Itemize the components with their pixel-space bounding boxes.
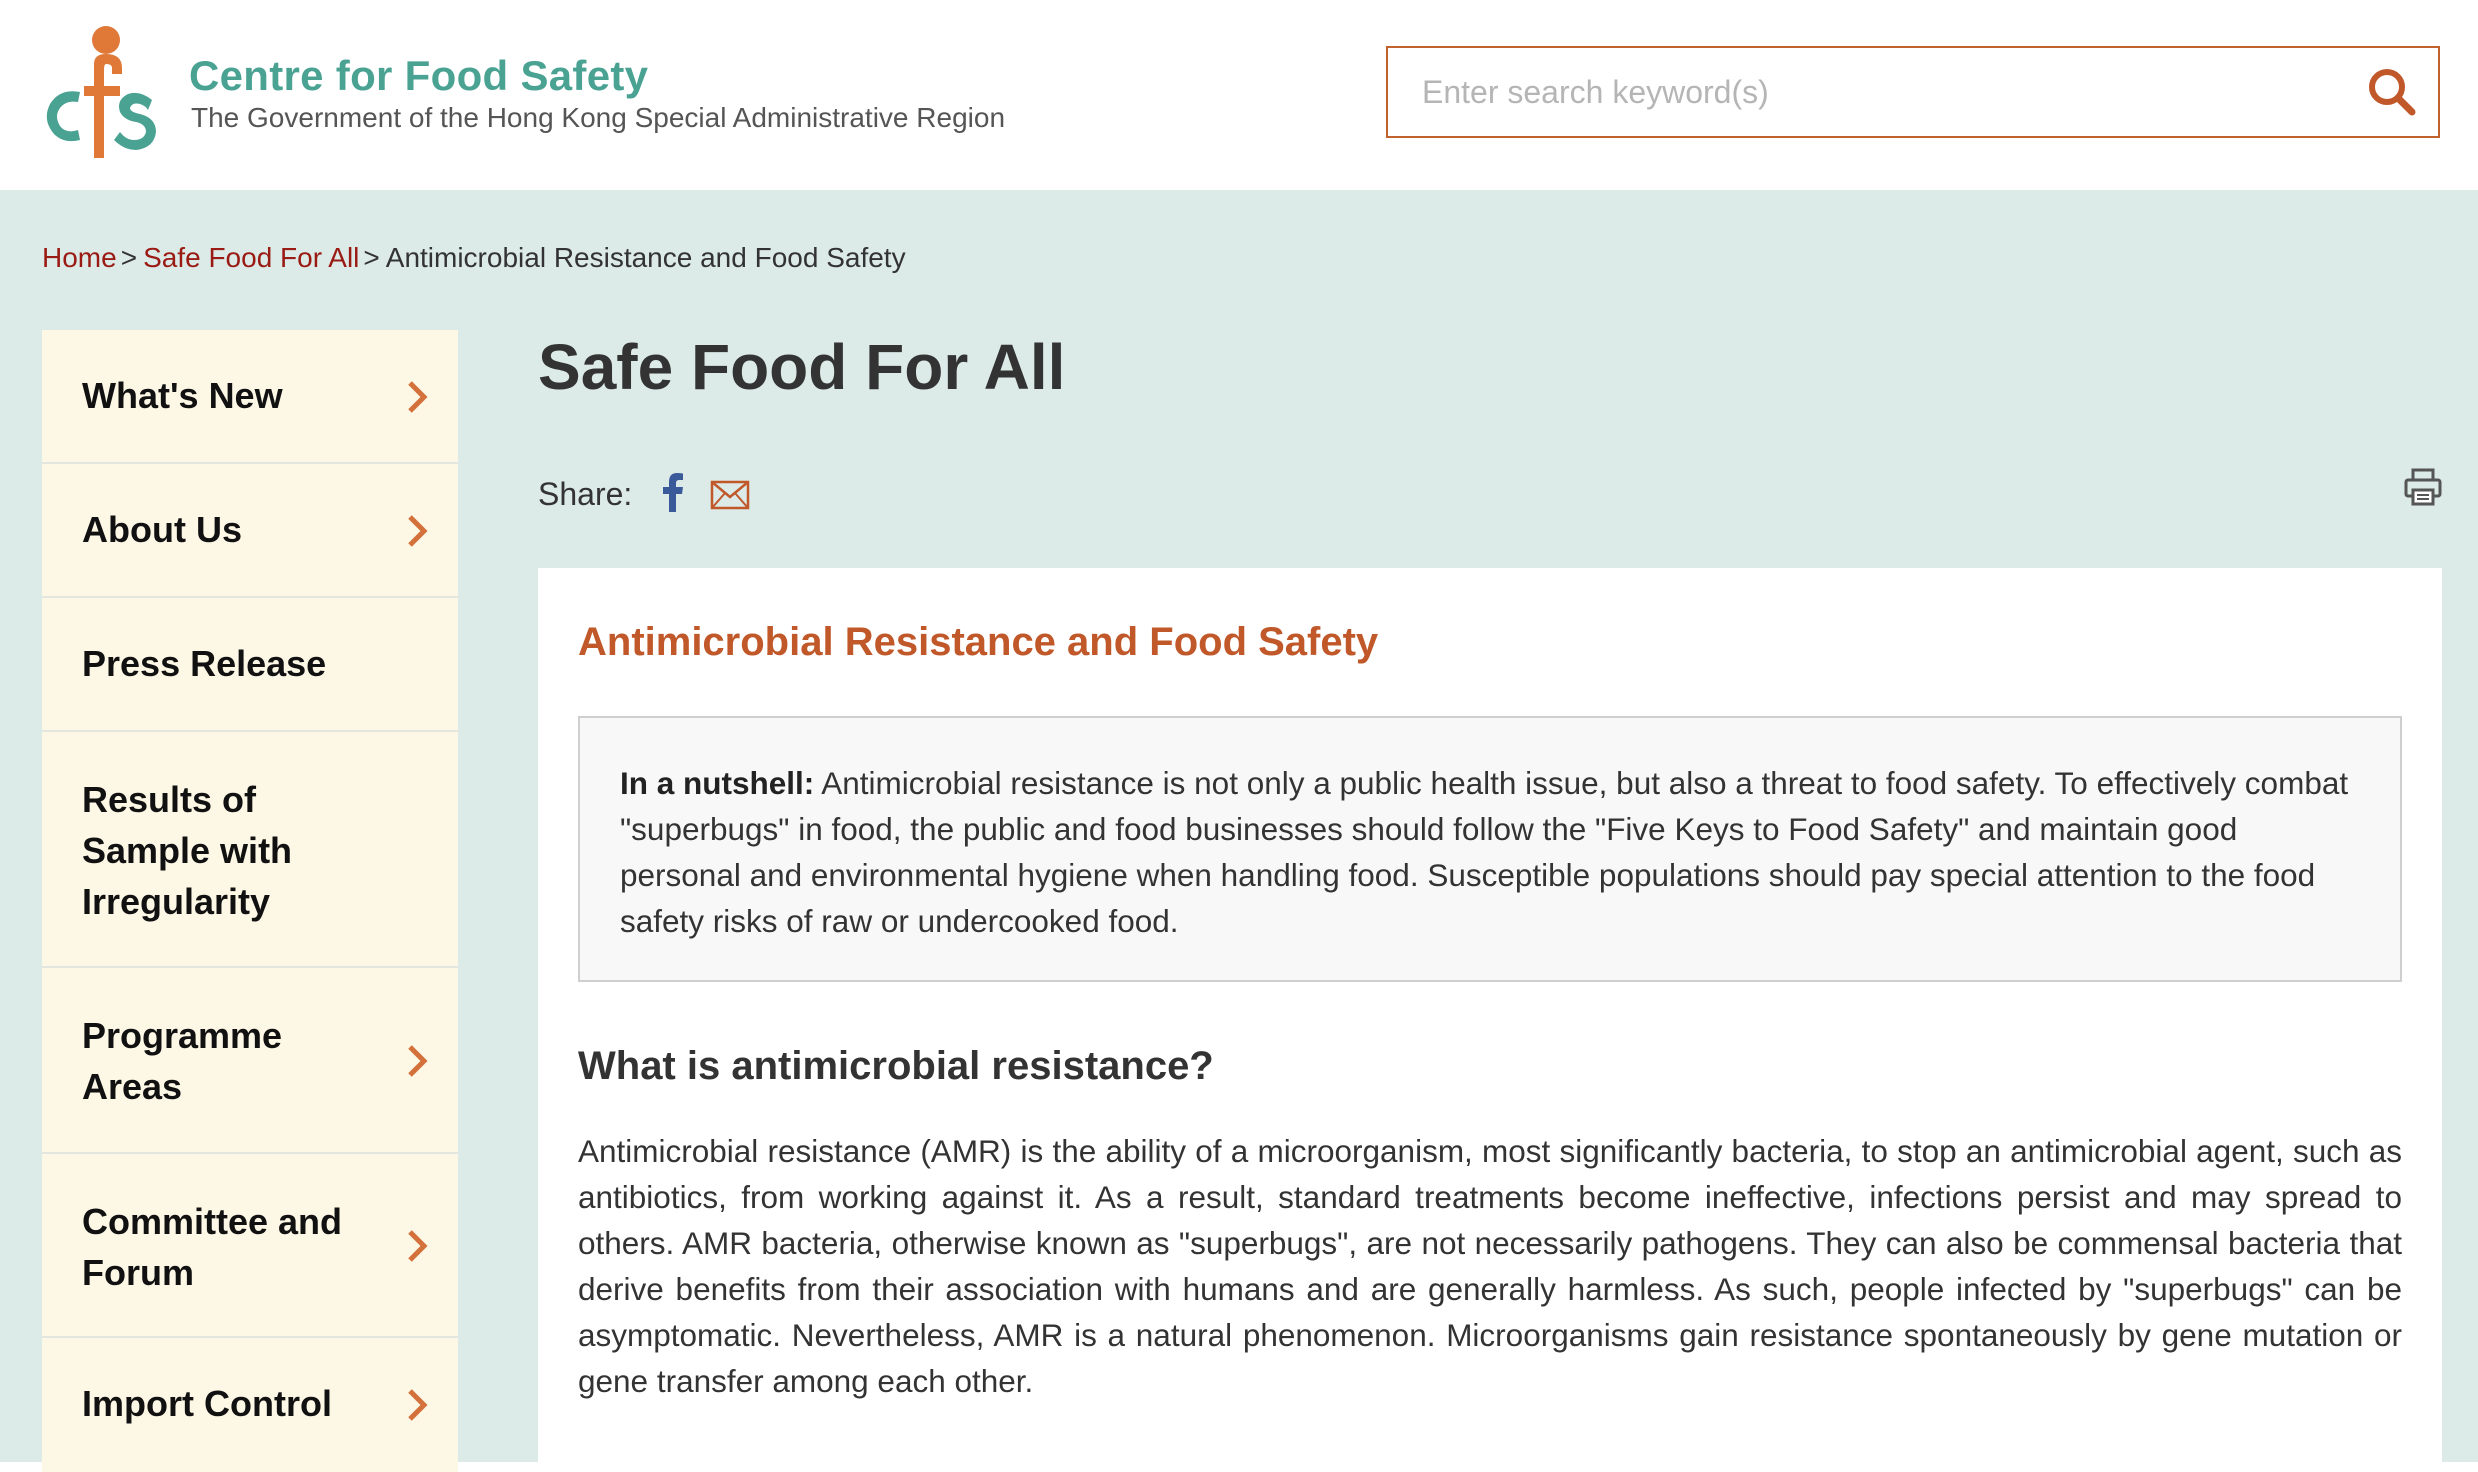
share-label: Share: xyxy=(538,476,633,512)
sidebar-item-press-release[interactable]: Press Release xyxy=(42,598,458,732)
sidebar-item-label: Import Control xyxy=(82,1383,332,1424)
nutshell-label: In a nutshell: xyxy=(620,765,815,801)
sidebar-item-label: Press Release xyxy=(82,643,327,684)
content-area: Home > Safe Food For All > Antimicrobial Res… xyxy=(0,190,2478,1472)
sidebar-item-about-us[interactable]: About Us xyxy=(42,464,458,598)
nutshell-text: Antimicrobial resistance is not only a p… xyxy=(620,765,2349,939)
article-panel: Antimicrobial Resistance and Food Safety… xyxy=(538,568,2442,1468)
search-icon[interactable] xyxy=(2366,66,2418,118)
section-heading: What is antimicrobial resistance? xyxy=(578,1044,1214,1088)
sidebar-item-label: About Us xyxy=(82,509,242,550)
nutshell-box: In a nutshell: Antimicrobial resistance … xyxy=(578,716,2402,982)
breadcrumb-safe-food-link[interactable]: Safe Food For All xyxy=(143,242,359,273)
sidebar-item-label: Committee and Forum xyxy=(82,1201,343,1293)
site-header: Centre for Food Safety The Government of… xyxy=(0,0,2478,190)
chevron-right-icon xyxy=(408,1045,428,1077)
cfs-logo-icon[interactable] xyxy=(40,24,172,164)
breadcrumb-current: Antimicrobial Resistance and Food Safety xyxy=(385,242,906,273)
breadcrumb-separator: > xyxy=(363,242,380,273)
article-title: Antimicrobial Resistance and Food Safety xyxy=(578,620,1379,664)
site-subtitle: The Government of the Hong Kong Special … xyxy=(191,102,1006,133)
sidebar-item-label: Programme Areas xyxy=(82,1015,283,1107)
chevron-right-icon xyxy=(408,1230,428,1262)
breadcrumb-home-link[interactable]: Home xyxy=(42,242,117,273)
facebook-icon[interactable] xyxy=(660,472,684,512)
search-input[interactable] xyxy=(1422,48,2302,136)
page-title: Safe Food For All xyxy=(538,331,1066,403)
breadcrumb-separator: > xyxy=(120,242,138,273)
breadcrumb: Home > Safe Food For All > Antimicrobial Res… xyxy=(42,242,906,274)
sidebar-item-whats-new[interactable]: What's New xyxy=(42,330,458,464)
chevron-right-icon xyxy=(408,381,428,413)
sidebar-nav: What's New About Us Press Release Result… xyxy=(42,330,458,1472)
sidebar-item-import-control[interactable]: Import Control xyxy=(42,1338,458,1472)
print-icon[interactable] xyxy=(2404,468,2442,506)
chevron-right-icon xyxy=(408,515,428,547)
chevron-right-icon xyxy=(408,1389,428,1421)
search-box xyxy=(1386,46,2440,138)
sidebar-item-label: Results of Sample with Irregularity xyxy=(82,779,293,922)
sidebar-item-label: What's New xyxy=(82,375,283,416)
sidebar-item-programme-areas[interactable]: Programme Areas xyxy=(42,968,458,1154)
site-name[interactable]: Centre for Food Safety xyxy=(189,52,648,100)
sidebar-item-committee-forum[interactable]: Committee and Forum xyxy=(42,1154,458,1338)
body-paragraph: Antimicrobial resistance (AMR) is the ab… xyxy=(578,1133,2402,1399)
email-icon[interactable] xyxy=(710,480,750,510)
sidebar-item-results-irregularity[interactable]: Results of Sample with Irregularity xyxy=(42,732,458,968)
